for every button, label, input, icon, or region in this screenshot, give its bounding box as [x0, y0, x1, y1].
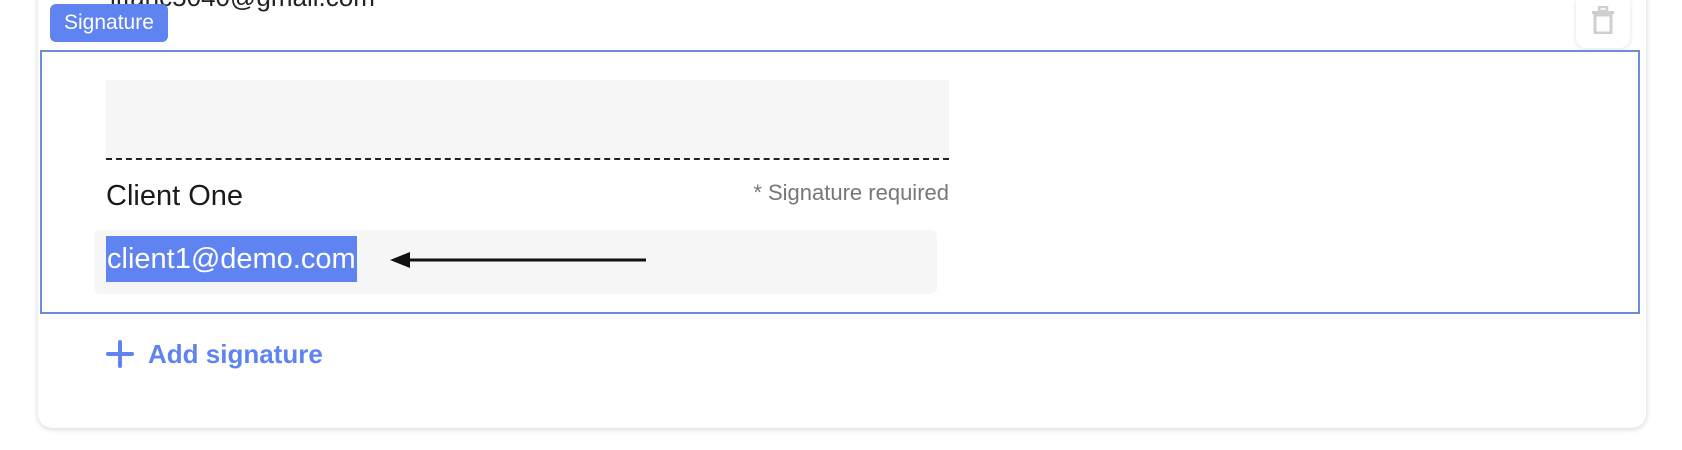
signer-name: Client One	[106, 180, 244, 212]
delete-signature-button[interactable]	[1576, 0, 1630, 48]
arrow-left-icon	[390, 252, 646, 268]
trash-icon	[1592, 6, 1614, 34]
signature-line	[106, 158, 949, 160]
signature-tag: Signature	[50, 4, 168, 42]
signature-pad[interactable]	[106, 80, 949, 158]
signer-email-value[interactable]: client1@demo.com	[106, 236, 357, 282]
signature-required-note: * Signature required	[753, 180, 949, 205]
add-signature-label: Add signature	[148, 338, 323, 369]
add-signature-button[interactable]: Add signature	[106, 334, 323, 374]
plus-icon	[106, 340, 134, 368]
